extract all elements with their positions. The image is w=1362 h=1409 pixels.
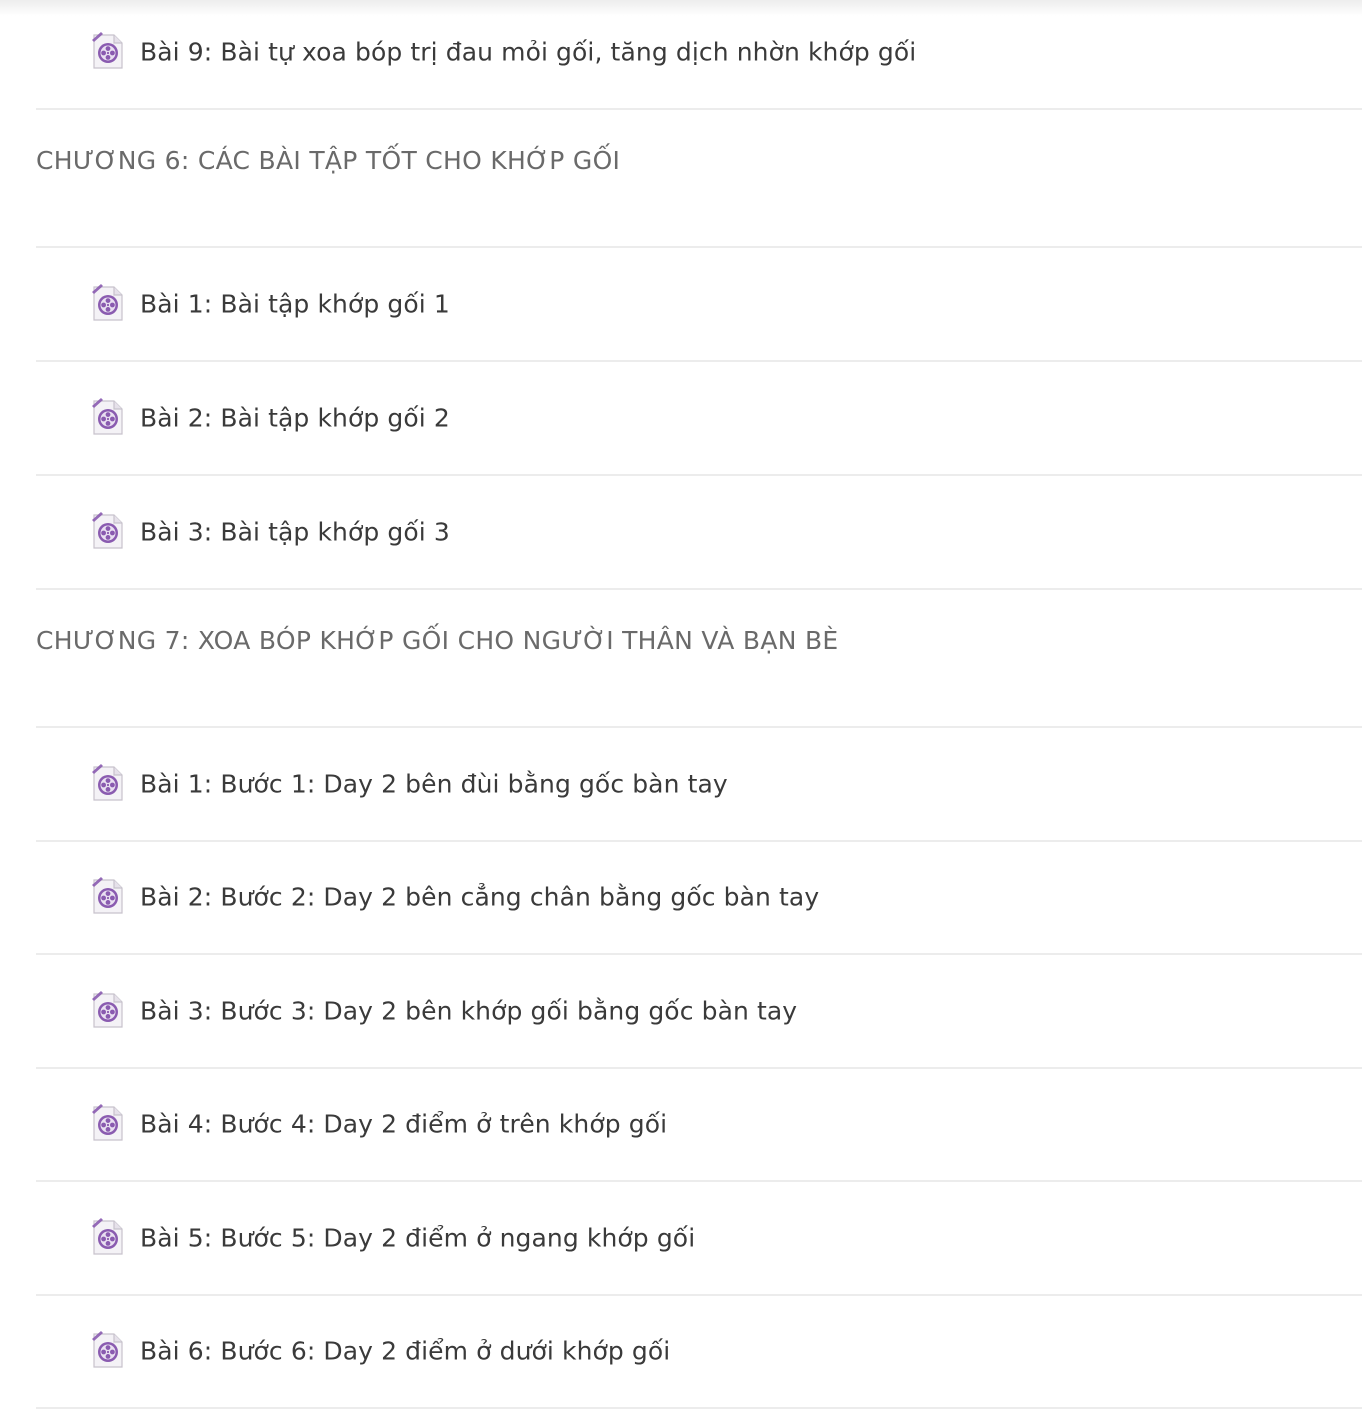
lesson-item[interactable]: Bài 3: Bài tập khớp gối 3 — [36, 476, 1362, 590]
video-file-icon — [88, 1330, 128, 1370]
lesson-title: Bài 3: Bước 3: Day 2 bên khớp gối bằng g… — [140, 996, 798, 1026]
lesson-item[interactable]: Bài 9: Bài tự xoa bóp trị đau mỏi gối, t… — [36, 0, 1362, 110]
lesson-item[interactable]: Bài 5: Bước 5: Day 2 điểm ở ngang khớp g… — [36, 1182, 1362, 1296]
lesson-item[interactable]: Bài 6: Bước 6: Day 2 điểm ở dưới khớp gố… — [36, 1295, 1362, 1409]
chapter-header: CHƯƠNG 7: XOA BÓP KHỚP GỐI CHO NGƯỜI THÂ… — [36, 590, 1362, 728]
lesson-title: Bài 5: Bước 5: Day 2 điểm ở ngang khớp g… — [140, 1223, 696, 1253]
lesson-title: Bài 4: Bước 4: Day 2 điểm ở trên khớp gố… — [140, 1109, 668, 1139]
lesson-item[interactable]: Bài 1: Bước 1: Day 2 bên đùi bằng gốc bà… — [36, 728, 1362, 842]
lesson-item[interactable]: Bài 2: Bước 2: Day 2 bên cẳng chân bằng … — [36, 841, 1362, 955]
chapter-title: CHƯƠNG 7: XOA BÓP KHỚP GỐI CHO NGƯỜI THÂ… — [36, 626, 839, 655]
lesson-title: Bài 2: Bài tập khớp gối 2 — [140, 403, 450, 433]
video-file-icon — [88, 511, 128, 551]
lesson-item[interactable]: Bài 3: Bước 3: Day 2 bên khớp gối bằng g… — [36, 955, 1362, 1069]
chapter-title: CHƯƠNG 6: CÁC BÀI TẬP TỐT CHO KHỚP GỐI — [36, 146, 621, 175]
lesson-title: Bài 3: Bài tập khớp gối 3 — [140, 517, 450, 547]
video-file-icon — [88, 1217, 128, 1257]
video-file-icon — [88, 763, 128, 803]
video-file-icon — [88, 397, 128, 437]
lesson-title: Bài 1: Bài tập khớp gối 1 — [140, 289, 450, 319]
lesson-title: Bài 6: Bước 6: Day 2 điểm ở dưới khớp gố… — [140, 1336, 671, 1366]
lesson-item[interactable]: Bài 2: Bài tập khớp gối 2 — [36, 362, 1362, 476]
lesson-item[interactable]: Bài 4: Bước 4: Day 2 điểm ở trên khớp gố… — [36, 1068, 1362, 1182]
video-file-icon — [88, 31, 128, 71]
video-file-icon — [88, 876, 128, 916]
video-file-icon — [88, 990, 128, 1030]
video-file-icon — [88, 1103, 128, 1143]
video-file-icon — [88, 283, 128, 323]
lesson-title: Bài 9: Bài tự xoa bóp trị đau mỏi gối, t… — [140, 37, 917, 67]
lesson-title: Bài 1: Bước 1: Day 2 bên đùi bằng gốc bà… — [140, 769, 728, 799]
lesson-item[interactable]: Bài 1: Bài tập khớp gối 1 — [36, 248, 1362, 362]
chapter-header: CHƯƠNG 6: CÁC BÀI TẬP TỐT CHO KHỚP GỐI — [36, 110, 1362, 248]
lesson-title: Bài 2: Bước 2: Day 2 bên cẳng chân bằng … — [140, 882, 820, 912]
